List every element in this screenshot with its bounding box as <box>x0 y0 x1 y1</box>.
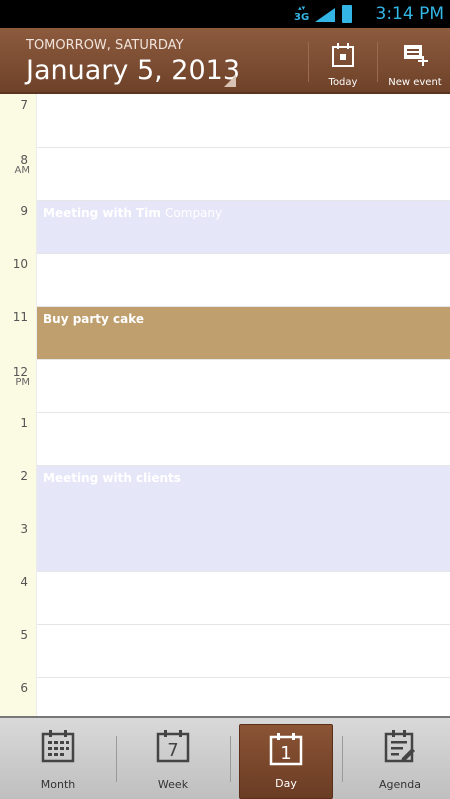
hour-row[interactable]: 4 <box>0 571 450 625</box>
signal-icon <box>315 8 335 22</box>
hour-row[interactable]: 10 <box>0 253 450 307</box>
hour-number: 10 <box>12 257 28 271</box>
hour-gutter: 10 <box>0 253 37 306</box>
event-location: Company <box>165 206 223 220</box>
calendar-header: TOMORROW, SATURDAY January 5, 2013 Today… <box>0 28 450 94</box>
event-title: Meeting with Tim Company <box>43 206 222 220</box>
tab-day[interactable]: 1 Day <box>239 724 333 799</box>
hour-ampm: AM <box>14 165 30 176</box>
today-button[interactable]: Today <box>312 28 374 92</box>
event-title-text: Meeting with clients <box>43 471 181 485</box>
today-label: Today <box>328 77 358 88</box>
hour-row[interactable]: 7 <box>0 94 450 148</box>
new-event-button[interactable]: New event <box>380 28 450 92</box>
tab-day-label: Day <box>275 777 297 790</box>
event-title-text: Meeting with Tim <box>43 206 161 220</box>
hour-number: 3 <box>20 522 28 536</box>
day-subtitle: TOMORROW, SATURDAY <box>26 38 184 53</box>
new-event-label: New event <box>388 77 442 88</box>
event-title-text: Buy party cake <box>43 312 145 326</box>
hour-number: 1 <box>20 416 28 430</box>
network-indicator: ▴▾ 3G <box>294 4 310 23</box>
header-divider <box>377 42 378 82</box>
hour-gutter: 4 <box>0 571 37 624</box>
tab-month-label: Month <box>40 778 76 791</box>
day-calendar-icon: 1 <box>269 733 303 766</box>
hour-gutter: 7 <box>0 94 37 147</box>
hour-row[interactable]: 6 <box>0 677 450 716</box>
hour-gutter: 12 PM <box>0 359 37 412</box>
hour-gutter: 2 <box>0 465 37 518</box>
agenda-icon <box>384 730 415 763</box>
tab-divider <box>116 736 117 782</box>
week-calendar-icon: 7 <box>156 730 190 763</box>
hour-gutter: 6 <box>0 677 37 716</box>
tab-week[interactable]: 7 Week <box>120 718 226 799</box>
hour-row[interactable]: 5 <box>0 624 450 678</box>
hour-row[interactable]: 12 PM <box>0 359 450 413</box>
view-tab-bar: Month 7 Week 1 Day Agenda <box>0 716 450 799</box>
tab-divider <box>342 736 343 782</box>
hour-number: 7 <box>20 98 28 112</box>
hour-number: 6 <box>20 681 28 695</box>
day-grid[interactable]: 7 8 AM 9 10 11 12 PM 1 2 3 4 5 6 Meeting… <box>0 94 450 716</box>
new-event-icon <box>404 45 428 66</box>
hour-gutter: 9 <box>0 200 37 253</box>
hour-gutter: 3 <box>0 518 37 571</box>
event-block[interactable]: Meeting with clients <box>37 466 450 571</box>
event-title: Buy party cake <box>43 312 144 326</box>
tab-agenda-label: Agenda <box>379 778 421 791</box>
calendar-today-icon <box>332 43 354 67</box>
day-icon-number: 1 <box>280 743 291 764</box>
status-bar: ▴▾ 3G 3:14 PM <box>0 0 450 28</box>
hour-number: 11 <box>12 310 28 324</box>
hour-number: 2 <box>20 469 28 483</box>
month-calendar-icon <box>41 730 75 763</box>
week-icon-number: 7 <box>167 740 178 761</box>
hour-row[interactable]: 1 <box>0 412 450 466</box>
hour-ampm: PM <box>15 377 30 388</box>
hour-gutter: 8 AM <box>0 147 37 200</box>
date-selector[interactable]: January 5, 2013 <box>26 55 240 86</box>
network-type: 3G <box>294 12 310 23</box>
tab-divider <box>230 736 231 782</box>
hour-number: 5 <box>20 628 28 642</box>
hour-gutter: 5 <box>0 624 37 677</box>
hour-gutter: 1 <box>0 412 37 465</box>
tab-week-label: Week <box>157 778 189 791</box>
hour-gutter: 11 <box>0 306 37 359</box>
tab-agenda[interactable]: Agenda <box>350 718 450 799</box>
dropdown-triangle-icon <box>224 75 236 87</box>
event-block[interactable]: Buy party cake <box>37 307 450 359</box>
battery-icon <box>342 5 352 23</box>
hour-number: 9 <box>20 204 28 218</box>
event-title: Meeting with clients <box>43 471 181 485</box>
status-time: 3:14 PM <box>375 4 445 24</box>
hour-row[interactable]: 8 AM <box>0 147 450 201</box>
tab-month[interactable]: Month <box>8 718 108 799</box>
hour-number: 4 <box>20 575 28 589</box>
event-block[interactable]: Meeting with Tim Company <box>37 201 450 253</box>
header-divider <box>308 42 309 82</box>
